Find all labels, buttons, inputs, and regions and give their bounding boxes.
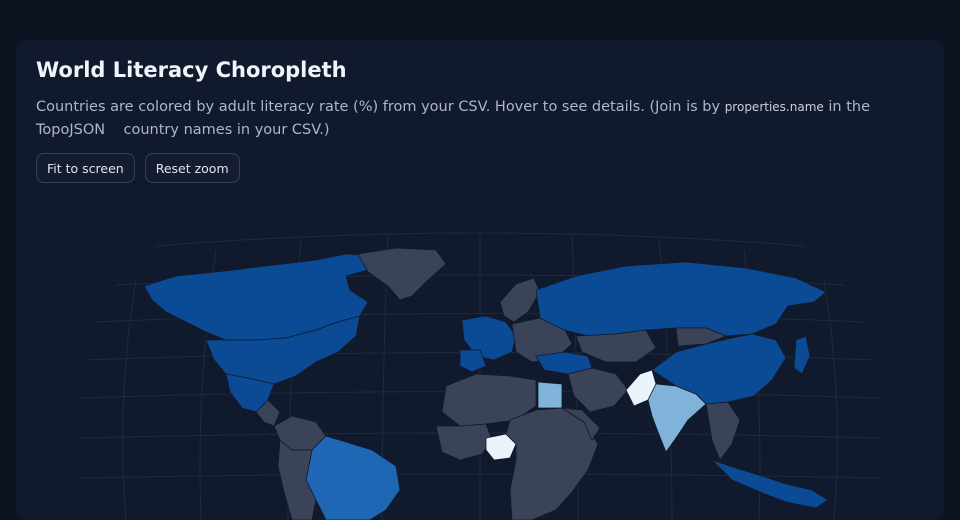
country-egypt[interactable] bbox=[537, 381, 563, 409]
toolbar: Fit to screen Reset zoom bbox=[36, 153, 240, 183]
country-russia[interactable] bbox=[535, 261, 827, 337]
main-panel: World Literacy Choropleth Countries are … bbox=[16, 40, 944, 520]
country-central-africa[interactable] bbox=[505, 407, 599, 520]
country-scandinavia[interactable] bbox=[499, 277, 541, 323]
country-indonesia[interactable] bbox=[711, 459, 829, 509]
country-greenland[interactable] bbox=[357, 247, 447, 301]
country-west-africa[interactable] bbox=[435, 423, 493, 461]
country-southeast-asia[interactable] bbox=[705, 401, 741, 461]
country-japan[interactable] bbox=[793, 335, 811, 375]
page-title: World Literacy Choropleth bbox=[36, 58, 347, 82]
join-field-code: properties.name bbox=[724, 100, 824, 114]
reset-zoom-button[interactable]: Reset zoom bbox=[144, 153, 240, 183]
page-description: Countries are colored by adult literacy … bbox=[36, 96, 916, 142]
description-text: Countries are colored by adult literacy … bbox=[36, 99, 725, 115]
country-brazil[interactable] bbox=[305, 435, 401, 520]
fit-to-screen-button[interactable]: Fit to screen bbox=[36, 153, 135, 183]
